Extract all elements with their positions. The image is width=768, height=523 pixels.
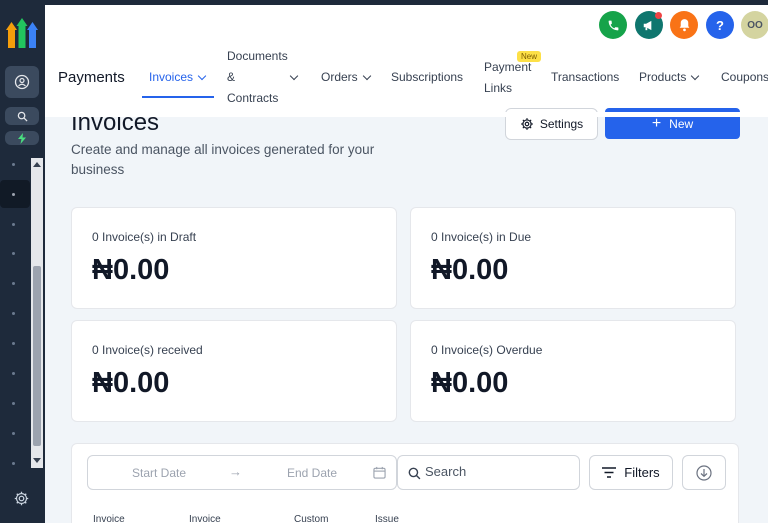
scroll-up-arrow[interactable] <box>33 162 41 167</box>
tab-payment-links[interactable]: Payment Links <box>484 57 531 99</box>
help-icon[interactable]: ? <box>706 11 734 39</box>
scroll-down-arrow[interactable] <box>33 458 41 463</box>
app-logo[interactable] <box>6 16 38 50</box>
card-label: 0 Invoice(s) Overdue <box>431 343 543 357</box>
card-label: 0 Invoice(s) received <box>92 343 203 357</box>
column-header[interactable]: Invoice <box>93 514 125 523</box>
sidebar-item[interactable] <box>12 372 15 375</box>
download-icon <box>696 464 712 481</box>
download-button[interactable] <box>682 455 726 490</box>
sidebar-item[interactable] <box>12 163 15 166</box>
card-label: 0 Invoice(s) in Due <box>431 230 532 244</box>
invoices-table: Start Date → End Date Filters Invoic <box>71 443 739 523</box>
tab-transactions[interactable]: Transactions <box>551 67 619 88</box>
tab-contracts-label: Contracts <box>227 91 279 105</box>
card-label: 0 Invoice(s) in Draft <box>92 230 197 244</box>
column-header[interactable]: Invoice <box>189 514 221 523</box>
notification-dot <box>655 12 662 19</box>
chevron-down-icon <box>197 71 207 81</box>
tab-subscriptions[interactable]: Subscriptions <box>391 67 463 88</box>
card-value: ₦0.00 <box>92 254 170 286</box>
plus-icon: + <box>651 114 662 132</box>
header: ? OO Payments Invoices Documents & Contr… <box>45 5 768 117</box>
search-icon <box>408 467 421 480</box>
card-value: ₦0.00 <box>431 367 509 399</box>
sidebar <box>0 0 45 523</box>
new-badge: New <box>517 51 542 62</box>
bolt-icon[interactable] <box>5 131 39 145</box>
user-icon[interactable] <box>5 66 39 98</box>
page-section-title: Payments <box>58 69 125 86</box>
filters-label: Filters <box>624 465 660 480</box>
arrow-right-icon: → <box>229 464 242 479</box>
sidebar-item[interactable] <box>12 432 15 435</box>
active-tab-indicator <box>142 96 214 98</box>
sidebar-item[interactable] <box>12 252 15 255</box>
start-date-input[interactable]: Start Date <box>132 466 186 480</box>
search-input[interactable] <box>425 464 575 479</box>
filters-button[interactable]: Filters <box>589 455 673 490</box>
tab-products[interactable]: Products <box>639 67 700 88</box>
header-bottom <box>45 112 768 117</box>
gear-icon[interactable] <box>13 490 30 507</box>
new-label: New <box>669 116 694 131</box>
sidebar-item[interactable] <box>12 193 15 196</box>
page-subtitle: Create and manage all invoices generated… <box>71 142 375 177</box>
tab-documents-contracts[interactable]: Documents & Contracts <box>227 46 288 109</box>
tab-documents-label-amp: & <box>227 70 236 84</box>
search-icon[interactable] <box>5 107 39 125</box>
tab-orders[interactable]: Orders <box>321 67 371 88</box>
chevron-down-icon <box>362 71 371 81</box>
card-value: ₦0.00 <box>431 254 509 286</box>
summary-card-received: 0 Invoice(s) received ₦0.00 <box>71 320 397 422</box>
sidebar-item[interactable] <box>12 312 15 315</box>
card-value: ₦0.00 <box>92 367 170 399</box>
phone-icon[interactable] <box>599 11 627 39</box>
filter-icon <box>602 467 617 478</box>
column-header[interactable]: Custom <box>294 514 328 523</box>
settings-label: Settings <box>539 117 584 131</box>
tab-orders-label: Orders <box>321 70 358 84</box>
summary-card-draft: 0 Invoice(s) in Draft ₦0.00 <box>71 207 397 309</box>
date-range-picker[interactable]: Start Date → End Date <box>87 455 397 490</box>
calendar-icon[interactable] <box>373 466 386 479</box>
summary-card-due: 0 Invoice(s) in Due ₦0.00 <box>410 207 736 309</box>
tab-coupons[interactable]: Coupons <box>721 67 768 88</box>
sidebar-item[interactable] <box>12 402 15 405</box>
avatar[interactable]: OO <box>741 11 768 39</box>
sidebar-item[interactable] <box>12 342 15 345</box>
tab-invoices-label: Invoices <box>149 70 194 84</box>
end-date-input[interactable]: End Date <box>287 466 337 480</box>
sidebar-scrollbar[interactable] <box>31 158 43 468</box>
search-box[interactable] <box>397 455 580 490</box>
tab-documents-label: Documents <box>227 49 288 63</box>
sidebar-item-active[interactable] <box>0 180 30 208</box>
chevron-down-icon[interactable] <box>289 67 299 88</box>
sidebar-item[interactable] <box>12 282 15 285</box>
chevron-down-icon <box>691 71 700 81</box>
gear-icon <box>520 118 533 130</box>
tab-invoices[interactable]: Invoices <box>149 67 207 88</box>
tab-products-label: Products <box>639 70 687 84</box>
sidebar-item[interactable] <box>12 462 15 465</box>
megaphone-icon[interactable] <box>635 11 663 39</box>
column-header[interactable]: Issue <box>375 514 399 523</box>
tab-links-label: Links <box>484 81 513 95</box>
bell-icon[interactable] <box>670 11 698 39</box>
sidebar-item[interactable] <box>12 223 15 226</box>
summary-card-overdue: 0 Invoice(s) Overdue ₦0.00 <box>410 320 736 422</box>
scrollbar-thumb[interactable] <box>33 266 41 446</box>
